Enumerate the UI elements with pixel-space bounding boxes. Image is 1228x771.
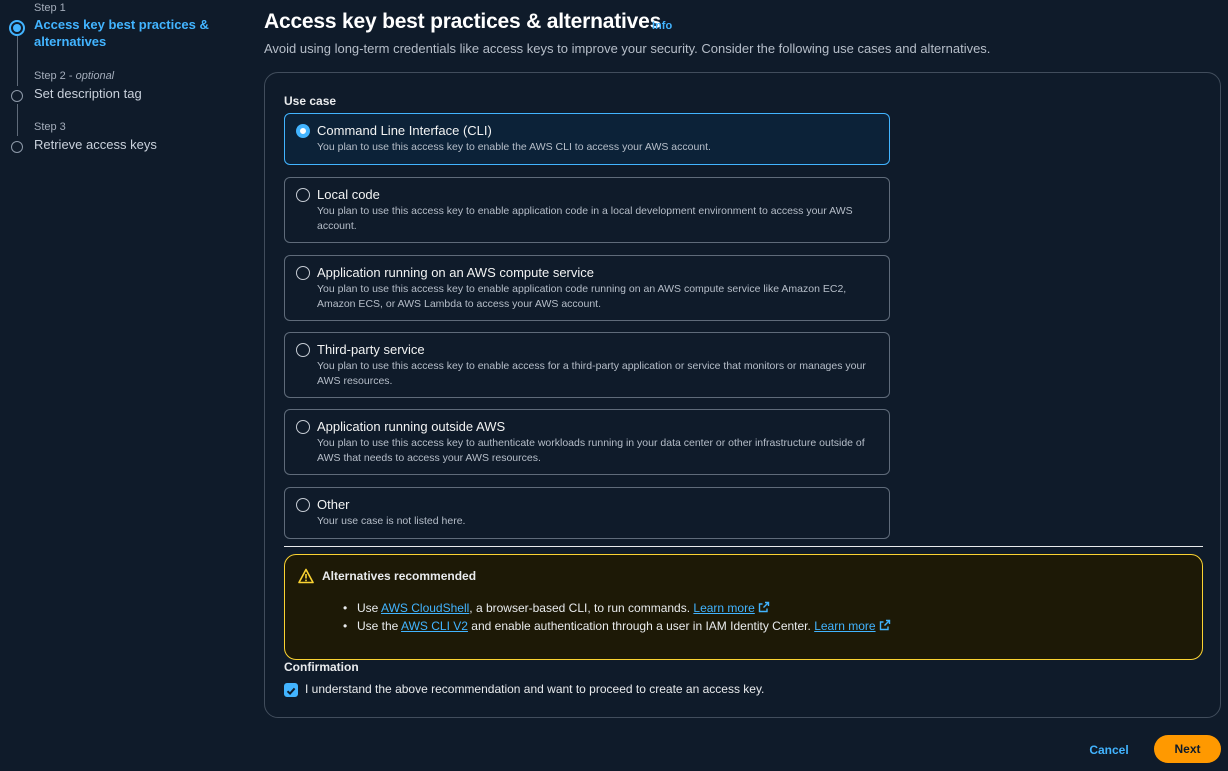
radio-icon[interactable]: [296, 498, 310, 512]
learn-more-link[interactable]: Learn more: [693, 601, 769, 615]
next-button[interactable]: Next: [1154, 735, 1221, 763]
item-text: and enable authentication through a user…: [467, 619, 815, 633]
item-text: , a browser-based CLI, to run commands.: [469, 601, 694, 615]
step-title: Retrieve access keys: [34, 137, 157, 152]
option-title: Application running on an AWS compute se…: [317, 265, 595, 280]
step-3[interactable]: Step 3 Retrieve access keys: [10, 121, 157, 153]
option-description: You plan to use this access key to enabl…: [317, 360, 866, 387]
radio-icon[interactable]: [296, 188, 310, 202]
learn-more-label: Learn more: [814, 619, 876, 633]
learn-more-label: Learn more: [693, 601, 755, 615]
option-title: Command Line Interface (CLI): [317, 123, 492, 138]
item-text: Use: [357, 601, 382, 615]
option-local-code[interactable]: Local code You plan to use this access k…: [284, 177, 890, 243]
option-title: Third-party service: [317, 342, 425, 357]
learn-more-link[interactable]: Learn more: [814, 619, 890, 633]
radio-icon[interactable]: [296, 343, 310, 357]
step-number: Step 1: [34, 2, 66, 14]
cancel-button[interactable]: Cancel: [1081, 737, 1137, 763]
radio-icon[interactable]: [296, 420, 310, 434]
option-other[interactable]: Other Your use case is not listed here.: [284, 487, 890, 539]
step-2[interactable]: Step 2 - optional Set description tag: [10, 70, 142, 102]
option-description: You plan to use this access key to enabl…: [317, 205, 853, 232]
option-description: You plan to use this access key to enabl…: [317, 141, 711, 153]
alert-title: Alternatives recommended: [322, 569, 477, 583]
checkmark-icon: [286, 687, 296, 696]
confirmation-label: Confirmation: [284, 660, 359, 674]
option-description: You plan to use this access key to authe…: [317, 437, 865, 464]
confirmation-text[interactable]: I understand the above recommendation an…: [305, 682, 764, 696]
step-current-icon: [9, 20, 25, 36]
use-case-label: Use case: [284, 94, 337, 108]
step-title: Access key best practices & alternatives: [34, 17, 209, 49]
page-description: Avoid using long-term credentials like a…: [264, 41, 991, 56]
step-number-text: Step 2: [34, 70, 66, 82]
option-third-party[interactable]: Third-party service You plan to use this…: [284, 332, 890, 398]
option-title: Application running outside AWS: [317, 419, 506, 434]
option-outside-aws[interactable]: Application running outside AWS You plan…: [284, 409, 890, 475]
alternatives-list: Use AWS CloudShell, a browser-based CLI,…: [343, 599, 891, 635]
option-description: You plan to use this access key to enabl…: [317, 283, 847, 310]
step-title: Set description tag: [34, 86, 142, 101]
list-item: Use AWS CloudShell, a browser-based CLI,…: [343, 599, 891, 617]
external-link-icon: [879, 619, 890, 631]
step-1[interactable]: Step 1 Access key best practices & alter…: [9, 2, 214, 50]
radio-selected-icon[interactable]: [296, 124, 310, 138]
option-title: Local code: [317, 187, 380, 202]
alternatives-alert: Alternatives recommended Use AWS CloudSh…: [284, 554, 1203, 660]
step-pending-icon: [11, 90, 23, 102]
cloudshell-link[interactable]: AWS CloudShell: [381, 601, 469, 615]
use-case-container: Use case Command Line Interface (CLI) Yo…: [264, 72, 1221, 718]
option-aws-compute[interactable]: Application running on an AWS compute se…: [284, 255, 890, 321]
warning-icon: [298, 568, 314, 584]
external-link-icon: [758, 601, 769, 613]
option-description: Your use case is not listed here.: [317, 515, 466, 527]
page-title: Access key best practices & alternatives: [264, 10, 662, 33]
step-pending-icon: [11, 141, 23, 153]
step-optional-label: optional: [75, 70, 115, 82]
cli-v2-link[interactable]: AWS CLI V2: [401, 619, 468, 633]
step-number: Step 3: [34, 121, 66, 133]
step-number: Step 2 - optional: [34, 70, 115, 82]
option-title: Other: [317, 497, 350, 512]
item-text: Use the: [357, 619, 402, 633]
option-cli[interactable]: Command Line Interface (CLI) You plan to…: [284, 113, 890, 165]
radio-icon[interactable]: [296, 266, 310, 280]
list-item: Use the AWS CLI V2 and enable authentica…: [343, 617, 891, 635]
checkbox-checked-icon[interactable]: [284, 683, 298, 697]
info-link[interactable]: Info: [652, 20, 672, 32]
divider: [284, 546, 1203, 547]
